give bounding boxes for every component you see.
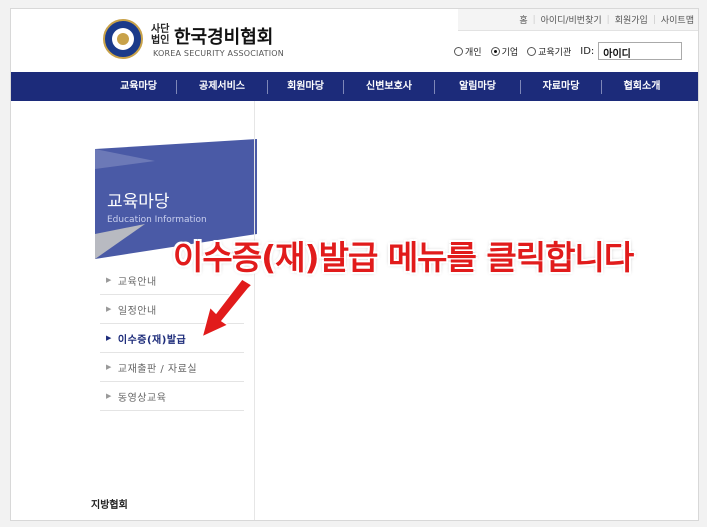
- bullet-icon: ▶: [106, 334, 112, 342]
- id-label: ID:: [580, 45, 595, 57]
- separator: |: [532, 14, 536, 25]
- nav-item-members[interactable]: 회원마당: [268, 72, 343, 101]
- find-id-link[interactable]: 아이디/비번찾기: [541, 13, 602, 26]
- side-item-label: 교재출판 / 자료실: [117, 363, 198, 375]
- side-item-label: 동영상교육: [117, 392, 167, 404]
- id-input[interactable]: 아이디: [598, 42, 683, 60]
- login-form: 개인 기업 교육기관 ID: 아이디: [454, 42, 683, 60]
- home-link[interactable]: 홈: [519, 13, 527, 26]
- logo-small-bottom: 법인: [151, 35, 170, 46]
- emblem-core: [117, 33, 129, 45]
- radio-circle-icon: [527, 46, 537, 56]
- radio-label: 기업: [501, 47, 519, 58]
- signup-link[interactable]: 회원가입: [615, 13, 648, 26]
- radio-company[interactable]: 기업: [490, 45, 519, 58]
- logo-emblem-icon[interactable]: [103, 19, 143, 59]
- logo-title[interactable]: 한국경비협회: [174, 23, 273, 49]
- separator: |: [606, 14, 610, 25]
- logo-small-top: 사단: [151, 24, 170, 35]
- radio-institution[interactable]: 교육기관: [527, 45, 571, 58]
- bullet-icon: ▶: [106, 305, 112, 313]
- pointer-arrow-icon: [200, 279, 254, 339]
- browser-frame: 홈 | 아이디/비번찾기 | 회원가입 | 사이트맵 사단 법인 한국경비협회 …: [10, 8, 699, 521]
- logo-corp-type: 사단 법인: [151, 24, 169, 46]
- instruction-callout: 이수증(재)발급 메뉴를 클릭합니다: [173, 238, 634, 277]
- side-item-label: 교육안내: [117, 276, 157, 288]
- side-item-label: 일정안내: [117, 305, 157, 317]
- nav-item-about[interactable]: 협회소개: [602, 72, 682, 101]
- radio-selected-icon: [490, 46, 500, 56]
- radio-personal[interactable]: 개인: [454, 45, 482, 58]
- side-item-video-education[interactable]: ▶ 동영상교육: [100, 382, 244, 411]
- bullet-icon: ▶: [106, 276, 112, 284]
- side-item-publications[interactable]: ▶ 교재출판 / 자료실: [100, 353, 244, 382]
- radio-label: 개인: [465, 47, 482, 58]
- logo-subtitle: KOREA SECURITY ASSOCIATION: [153, 49, 284, 58]
- radio-label: 교육기관: [538, 47, 572, 58]
- sidebar-subtitle: Education Information: [107, 215, 207, 225]
- bullet-icon: ▶: [106, 392, 112, 400]
- utility-links: 홈 | 아이디/비번찾기 | 회원가입 | 사이트맵: [458, 9, 698, 31]
- sitemap-link[interactable]: 사이트맵: [661, 13, 694, 26]
- sidebar-title: 교육마당: [107, 192, 170, 212]
- nav-item-notice[interactable]: 알림마당: [435, 72, 520, 101]
- radio-circle-icon: [454, 46, 463, 56]
- bullet-icon: ▶: [106, 363, 112, 371]
- nav-item-mutual-service[interactable]: 공제서비스: [177, 72, 267, 101]
- nav-item-education[interactable]: 교육마당: [101, 72, 176, 101]
- side-item-label: 이수증(재)발급: [117, 334, 187, 346]
- nav-item-resources[interactable]: 자료마당: [521, 72, 601, 101]
- nav-item-bodyguard[interactable]: 신변보호사: [344, 72, 434, 101]
- region-title: 지방협회: [91, 500, 128, 511]
- separator: |: [652, 14, 656, 25]
- main-nav: 교육마당 공제서비스 회원마당 신변보호사 알림마당 자료마당 협회소개: [11, 72, 698, 101]
